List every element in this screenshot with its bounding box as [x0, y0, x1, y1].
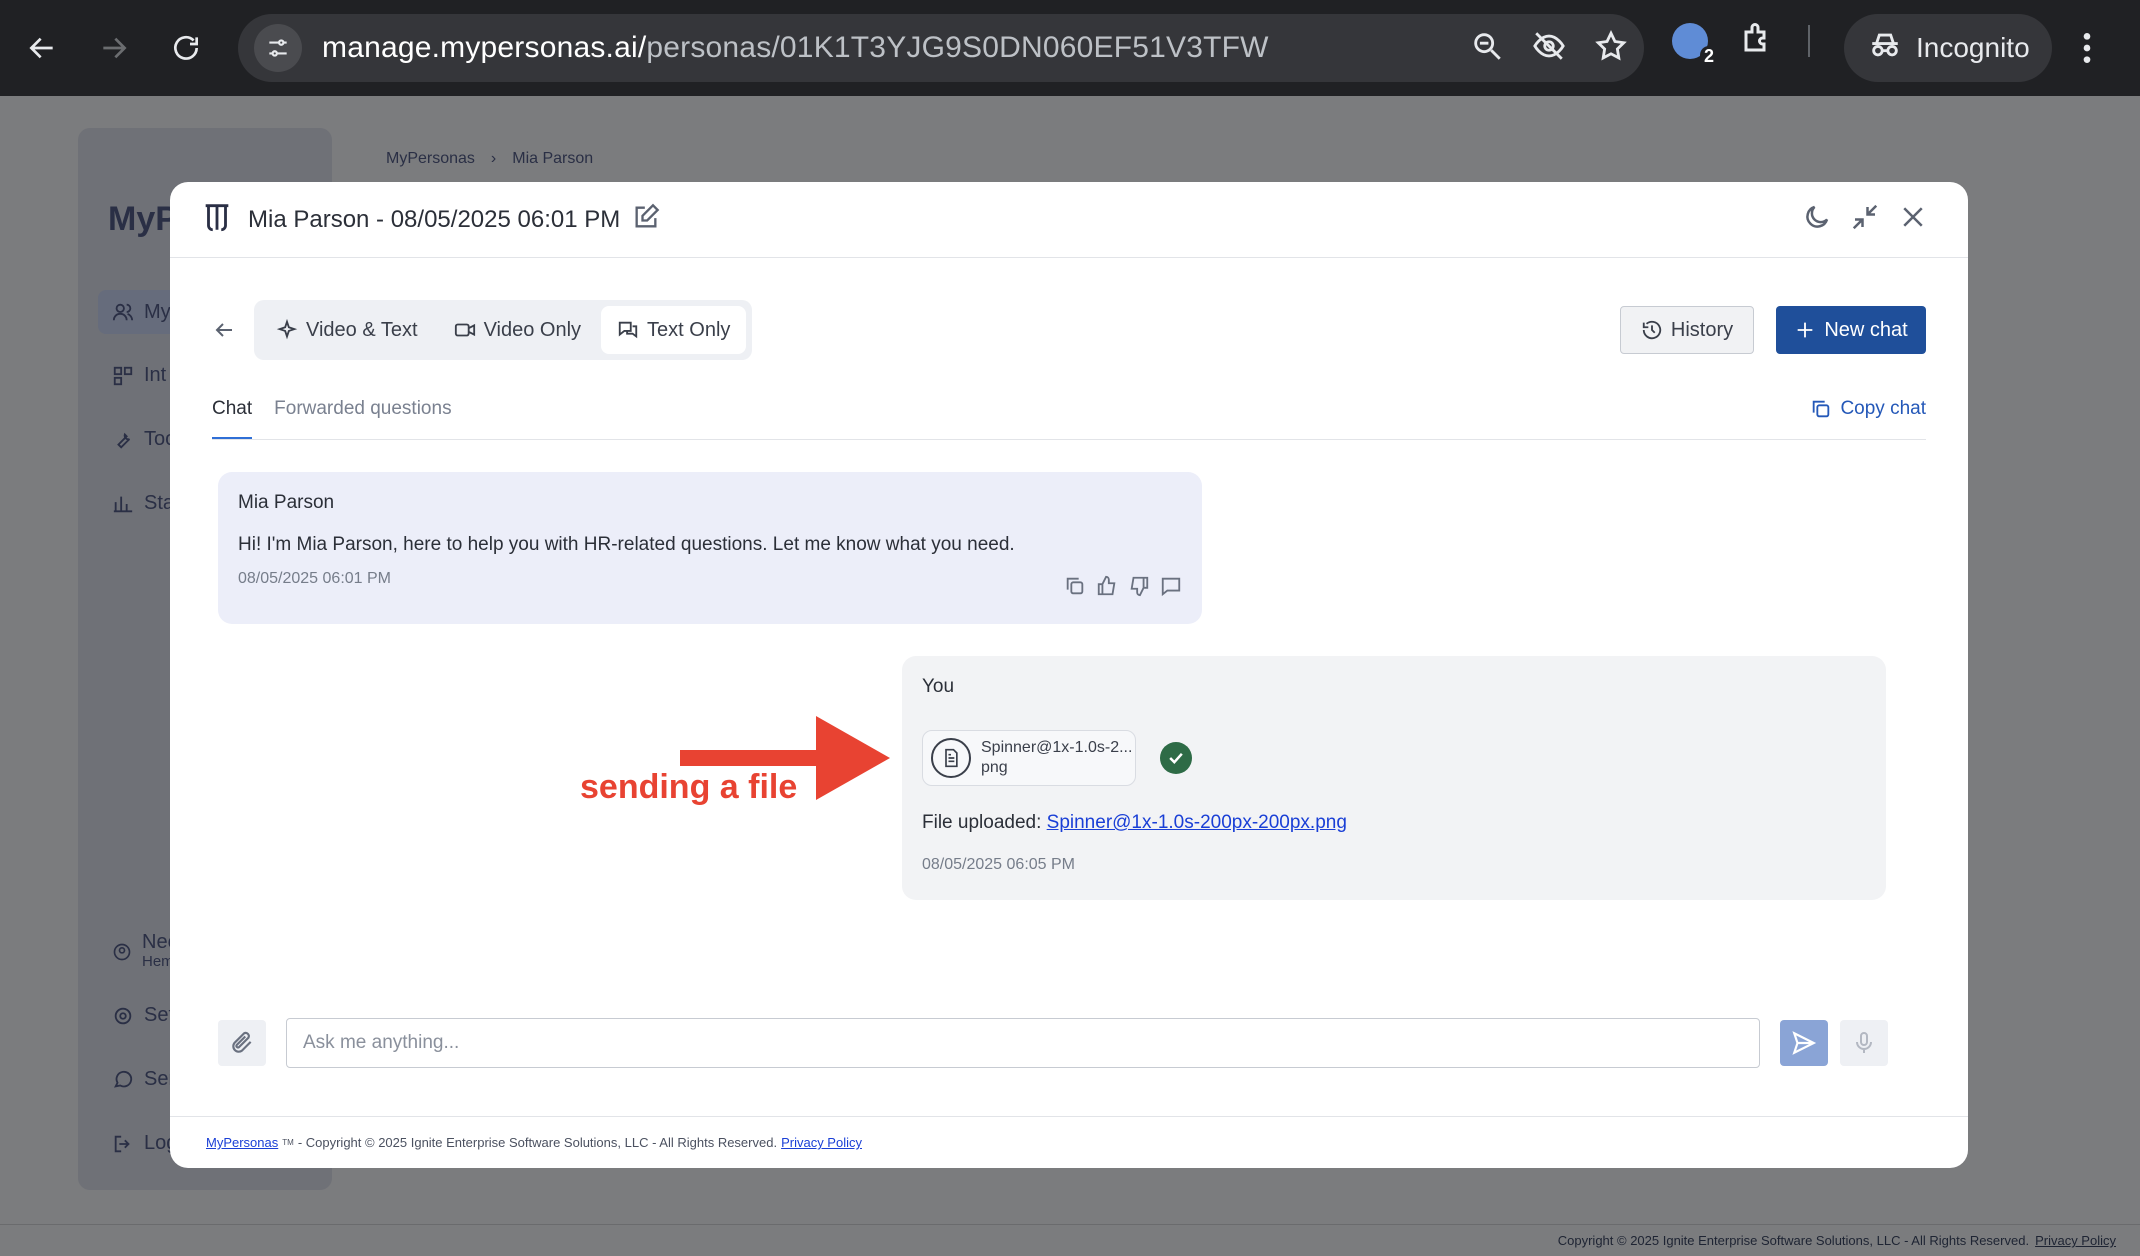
breadcrumb-separator-icon: ›	[490, 150, 497, 167]
new-chat-button[interactable]: New chat	[1776, 306, 1926, 354]
incognito-label: Incognito	[1916, 32, 2030, 63]
mode-selector: Video & Text Video Only Text Only	[254, 300, 753, 360]
file-attachment[interactable]: Spinner@1x-1.0s-2... png	[922, 730, 1136, 786]
tab-forwarded-questions[interactable]: Forwarded questions	[274, 398, 451, 439]
copy-chat-button[interactable]: Copy chat	[1810, 398, 1926, 420]
dark-mode-icon[interactable]	[1802, 202, 1832, 237]
extensions-puzzle-icon[interactable]	[1740, 20, 1776, 61]
persona-logo-icon	[200, 200, 234, 239]
extension-icon[interactable]: 2	[1672, 22, 1718, 67]
attach-button[interactable]	[218, 1020, 266, 1066]
composer	[218, 1018, 1888, 1068]
send-button[interactable]	[1780, 1020, 1828, 1066]
message-icon	[114, 1070, 133, 1088]
sidebar-item-tools[interactable]: Too	[112, 428, 176, 451]
back-icon[interactable]	[14, 20, 70, 76]
tab-chat[interactable]: Chat	[212, 398, 253, 439]
message-timestamp: 08/05/2025 06:05 PM	[922, 856, 1076, 873]
file-uploaded-text: File uploaded: Spinner@1x-1.0s-200px-200…	[922, 812, 1347, 833]
chat-tabs: Chat Forwarded questions Copy chat	[212, 398, 1926, 440]
sidebar-item-stats[interactable]: Sta	[112, 492, 174, 515]
browser-toolbar: manage.mypersonas.ai/personas/01K1T3YJG9…	[0, 0, 2140, 96]
thumbs-up-icon[interactable]	[1096, 575, 1118, 602]
mode-video-text-button[interactable]: Video & Text	[260, 306, 434, 354]
modal-title: Mia Parson - 08/05/2025 06:01 PM	[248, 205, 621, 233]
url-text: manage.mypersonas.ai/personas/01K1T3YJG9…	[322, 31, 1269, 64]
footer-copyright: - Copyright © 2025 Ignite Enterprise Sof…	[297, 1135, 778, 1150]
copy-icon[interactable]	[1064, 575, 1086, 602]
breadcrumb-item[interactable]: MyPersonas	[386, 150, 475, 168]
modal-header: Mia Parson - 08/05/2025 06:01 PM	[170, 182, 1968, 258]
close-icon[interactable]	[1898, 202, 1928, 237]
address-bar[interactable]: manage.mypersonas.ai/personas/01K1T3YJG9…	[238, 14, 1644, 82]
bot-message: Mia Parson Hi! I'm Mia Parson, here to h…	[218, 472, 1202, 624]
video-icon	[454, 323, 475, 337]
sidebar-item-logout[interactable]: Log	[112, 1132, 177, 1155]
privacy-policy-link[interactable]: Privacy Policy	[2035, 1233, 2116, 1248]
sidebar-item-user[interactable]: Nee Hem	[112, 932, 179, 972]
comment-icon[interactable]	[1160, 575, 1182, 602]
check-icon	[1160, 742, 1192, 774]
minimize-icon[interactable]	[1850, 202, 1880, 237]
privacy-policy-link[interactable]: Privacy Policy	[781, 1135, 862, 1150]
browser-menu-icon[interactable]	[2080, 28, 2094, 73]
back-arrow-icon[interactable]	[212, 318, 236, 347]
message-timestamp: 08/05/2025 06:01 PM	[238, 570, 392, 587]
chart-icon	[113, 496, 133, 512]
user-message: You Spinner@1x-1.0s-2... png File upload…	[902, 656, 1886, 900]
breadcrumb-current: Mia Parson	[512, 150, 594, 167]
users-icon	[112, 303, 134, 321]
annotation-label: sending a file	[580, 768, 798, 806]
bookmark-star-icon[interactable]	[1594, 29, 1628, 68]
message-input[interactable]	[286, 1018, 1760, 1068]
message-sender: Mia Parson	[238, 492, 335, 513]
incognito-icon	[1868, 28, 1902, 69]
incognito-indicator[interactable]: Incognito	[1844, 14, 2052, 82]
copy-icon	[1813, 400, 1830, 418]
sparkles-icon	[276, 319, 298, 340]
site-info-icon[interactable]	[254, 24, 302, 72]
paperclip-icon	[232, 1031, 252, 1053]
breadcrumb: MyPersonas › Mia Parson	[386, 150, 593, 168]
file-icon	[931, 738, 971, 778]
edit-icon[interactable]	[632, 203, 660, 236]
sidebar-item-settings[interactable]: Set	[112, 1004, 174, 1027]
gear-icon	[114, 1007, 132, 1024]
reload-icon[interactable]	[158, 20, 214, 76]
zoom-icon[interactable]	[1470, 29, 1504, 68]
thumbs-down-icon[interactable]	[1128, 575, 1150, 602]
trademark-mark: TM	[282, 1138, 294, 1147]
send-icon	[1792, 1031, 1817, 1055]
microphone-button[interactable]	[1840, 1020, 1888, 1066]
eye-off-icon[interactable]	[1532, 29, 1566, 68]
history-button[interactable]: History	[1620, 306, 1754, 354]
app-logo: MyP	[108, 200, 178, 238]
mypersonas-link[interactable]: MyPersonas	[206, 1135, 278, 1150]
history-icon	[1642, 320, 1662, 340]
grid-icon	[113, 366, 133, 385]
forward-icon[interactable]	[86, 20, 142, 76]
chat-modal: Mia Parson - 08/05/2025 06:01 PM Video &…	[170, 182, 1968, 1168]
file-name: Spinner@1x-1.0s-2...	[981, 739, 1133, 756]
uploaded-file-link[interactable]: Spinner@1x-1.0s-200px-200px.png	[1047, 812, 1347, 833]
modal-footer: MyPersonas TM - Copyright © 2025 Ignite E…	[170, 1116, 1968, 1168]
chat-bubbles-icon	[618, 321, 638, 339]
message-sender: You	[922, 676, 955, 697]
message-text: Hi! I'm Mia Parson, here to help you wit…	[238, 534, 1015, 555]
user-circle-icon	[113, 943, 131, 961]
microphone-icon	[1856, 1032, 1872, 1053]
wrench-icon	[117, 432, 131, 449]
toolbar-divider	[1808, 24, 1810, 57]
file-extension: png	[981, 759, 1008, 776]
logout-icon	[114, 1135, 130, 1152]
app-footer: Copyright © 2025 Ignite Enterprise Softw…	[0, 1224, 2140, 1256]
mode-video-only-button[interactable]: Video Only	[438, 306, 597, 354]
mode-text-only-button[interactable]: Text Only	[601, 306, 747, 354]
sidebar-item-integrations[interactable]: Int	[112, 364, 166, 387]
plus-icon	[1797, 322, 1813, 338]
